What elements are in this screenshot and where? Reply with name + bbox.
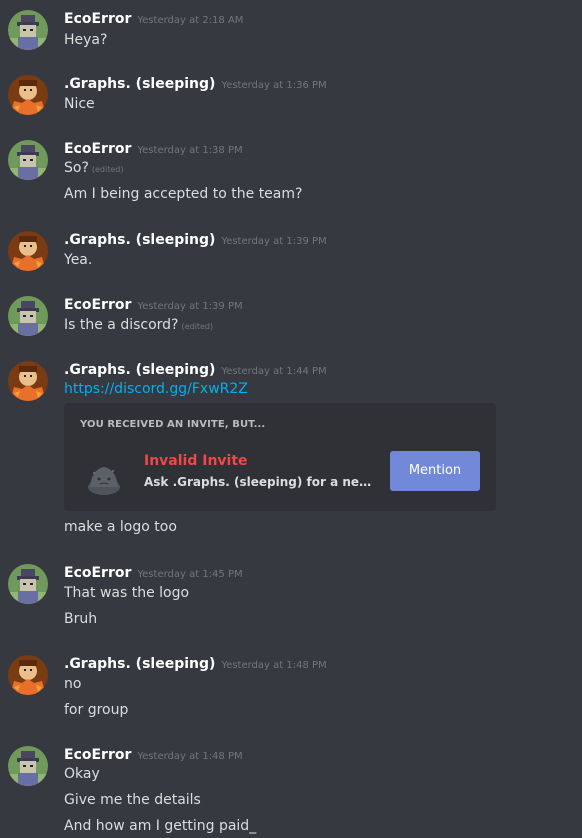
invite-link[interactable]: https://discord.gg/FxwR2Z xyxy=(64,381,248,397)
timestamp: Yesterday at 1:36 PM xyxy=(221,80,327,91)
message-text: Is the a discord? (edited) xyxy=(64,315,213,335)
timestamp: Yesterday at 1:45 PM xyxy=(137,569,243,580)
graphs-avatar[interactable] xyxy=(8,361,48,401)
invite-name: Invalid Invite xyxy=(144,453,248,469)
ecoerror-avatar[interactable] xyxy=(8,10,48,50)
timestamp: Yesterday at 1:38 PM xyxy=(137,145,243,156)
username[interactable]: .Graphs. (sleeping) xyxy=(64,656,215,672)
message-header: EcoError Yesterday at 1:38 PM xyxy=(64,138,243,158)
invite-subtitle: Ask .Graphs. (sleeping) for a new invite… xyxy=(144,475,380,489)
ecoerror-avatar[interactable] xyxy=(8,296,48,336)
timestamp: Yesterday at 1:44 PM xyxy=(221,366,327,377)
graphs-avatar[interactable] xyxy=(8,655,48,695)
ecoerror-avatar[interactable] xyxy=(8,746,48,786)
message-text: That was the logo xyxy=(64,585,190,601)
message-header: .Graphs. (sleeping) Yesterday at 1:39 PM xyxy=(64,229,327,249)
graphs-avatar[interactable] xyxy=(8,75,48,115)
invite-embed: YOU RECEIVED AN INVITE, BUT... Invalid I… xyxy=(64,403,496,511)
message-header: .Graphs. (sleeping) Yesterday at 1:44 PM xyxy=(64,359,327,379)
username[interactable]: EcoError xyxy=(64,565,131,581)
timestamp: Yesterday at 1:39 PM xyxy=(221,236,327,247)
invite-title: YOU RECEIVED AN INVITE, BUT... xyxy=(80,419,266,430)
timestamp: Yesterday at 1:48 PM xyxy=(137,751,243,762)
message-text: Give me the details xyxy=(64,792,201,808)
message-text: make a logo too xyxy=(64,519,177,535)
message-text: for group xyxy=(64,702,129,718)
message-text-content: So? xyxy=(64,160,89,176)
message-header: EcoError Yesterday at 1:39 PM xyxy=(64,294,243,314)
timestamp: Yesterday at 1:48 PM xyxy=(221,660,327,671)
username[interactable]: EcoError xyxy=(64,141,131,157)
message-text: Bruh xyxy=(64,611,98,627)
username[interactable]: EcoError xyxy=(64,297,131,313)
message-header: EcoError Yesterday at 1:48 PM xyxy=(64,744,243,764)
graphs-avatar[interactable] xyxy=(8,231,48,271)
message-text: And how am I getting paid_ xyxy=(64,818,257,834)
edited-label: (edited) xyxy=(91,165,124,174)
message-text: https://discord.gg/FxwR2Z xyxy=(64,379,248,399)
message-header: .Graphs. (sleeping) Yesterday at 1:48 PM xyxy=(64,653,327,673)
username[interactable]: EcoError xyxy=(64,11,131,27)
message-header: EcoError Yesterday at 2:18 AM xyxy=(64,8,243,28)
message-text: Heya? xyxy=(64,32,108,48)
message-text: Okay xyxy=(64,766,100,782)
username[interactable]: EcoError xyxy=(64,747,131,763)
username[interactable]: .Graphs. (sleeping) xyxy=(64,362,215,378)
username[interactable]: .Graphs. (sleeping) xyxy=(64,232,215,248)
username[interactable]: .Graphs. (sleeping) xyxy=(64,76,215,92)
message-text-content: Is the a discord? xyxy=(64,317,179,333)
message-text: Nice xyxy=(64,96,95,112)
message-header: EcoError Yesterday at 1:45 PM xyxy=(64,562,243,582)
timestamp: Yesterday at 1:39 PM xyxy=(137,301,243,312)
message-text: Yea. xyxy=(64,252,93,268)
message-text: no xyxy=(64,676,82,692)
timestamp: Yesterday at 2:18 AM xyxy=(137,15,244,26)
ecoerror-avatar[interactable] xyxy=(8,140,48,180)
sad-invite-icon xyxy=(80,451,128,499)
message-text: Am I being accepted to the team? xyxy=(64,186,303,202)
edited-label: (edited) xyxy=(181,322,214,331)
message-header: .Graphs. (sleeping) Yesterday at 1:36 PM xyxy=(64,73,327,93)
message-text: So? (edited) xyxy=(64,158,124,178)
mention-button[interactable]: Mention xyxy=(390,451,480,491)
ecoerror-avatar[interactable] xyxy=(8,564,48,604)
